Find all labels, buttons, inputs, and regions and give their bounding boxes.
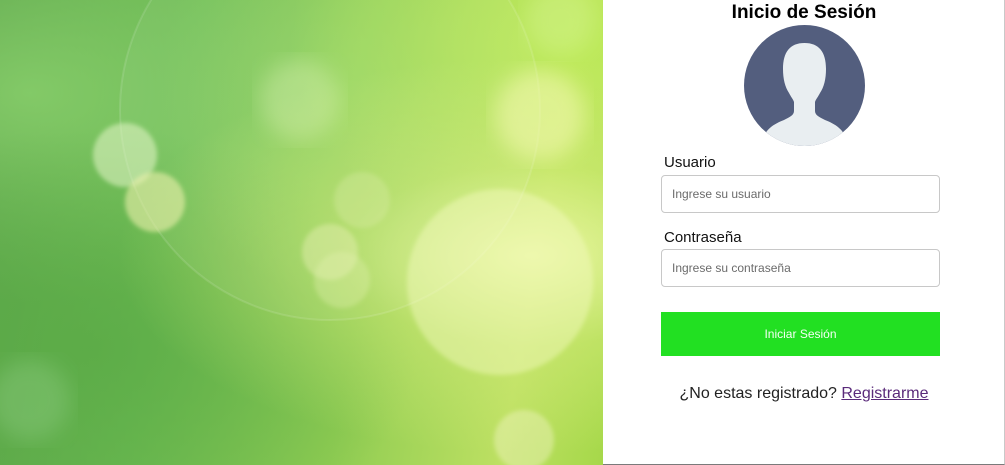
login-panel: Inicio de Sesión Usuario Contraseña Inic… [603,0,1005,465]
bokeh-circles [0,0,595,465]
login-submit-button[interactable]: Iniciar Sesión [661,312,940,356]
username-input[interactable] [661,175,940,213]
login-title: Inicio de Sesión [731,2,877,23]
password-input[interactable] [661,249,940,287]
password-label: Contraseña [664,229,742,246]
register-prompt-text: ¿No estas registrado? [679,385,837,402]
username-label: Usuario [664,154,716,171]
bokeh-background-image [0,0,603,465]
register-prompt-line: ¿No estas registrado? Registrarme [603,385,1005,403]
register-link[interactable]: Registrarme [841,385,928,402]
user-avatar-icon [744,25,865,146]
page: Inicio de Sesión Usuario Contraseña Inic… [0,0,1005,465]
